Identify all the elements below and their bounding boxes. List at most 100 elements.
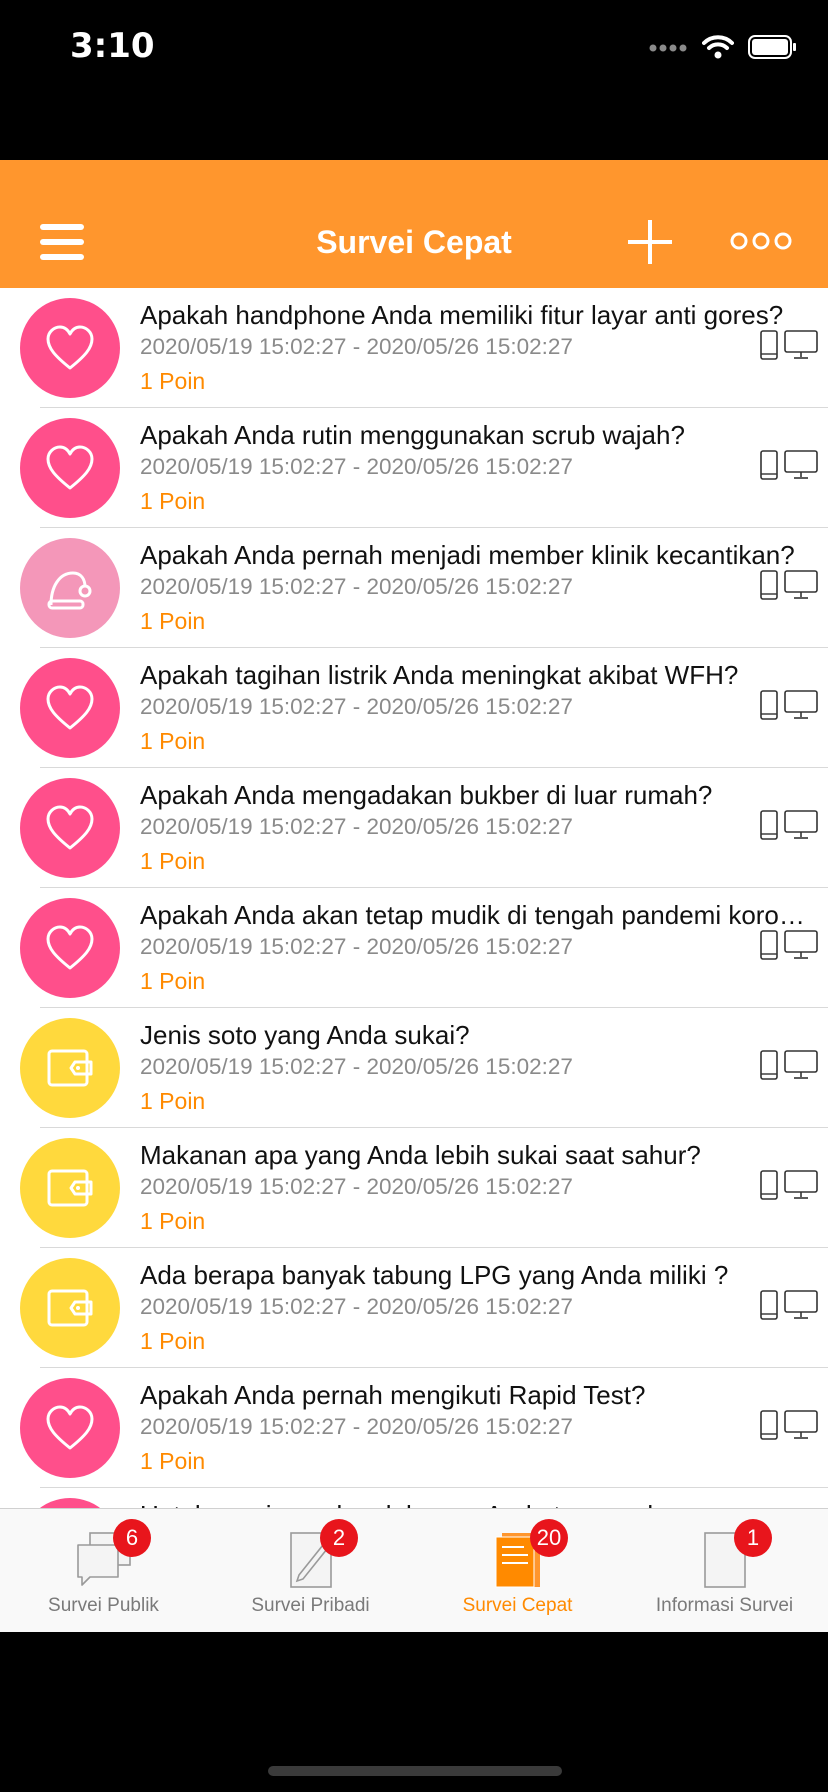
survey-item[interactable]: Apakah tagihan listrik Anda meningkat ak… xyxy=(0,648,828,768)
survey-title: Apakah tagihan listrik Anda meningkat ak… xyxy=(140,660,739,690)
page-title: Survei Cepat xyxy=(316,224,512,260)
badge-count: 1 xyxy=(734,1519,772,1557)
wallet-icon xyxy=(20,1138,120,1238)
survey-points: 1 Poin xyxy=(140,1328,206,1354)
device-icons xyxy=(760,1290,818,1325)
tab-informasi-survei[interactable]: 1 Informasi Survei xyxy=(621,1509,828,1632)
survey-title: Apakah Anda akan tetap mudik di tengah p… xyxy=(140,900,810,930)
battery-icon xyxy=(748,34,798,65)
survey-item[interactable]: Untuk persiapan kue lebaran, Anda termas… xyxy=(0,1488,828,1508)
survey-points: 1 Poin xyxy=(140,368,206,394)
survey-points: 1 Poin xyxy=(140,488,206,514)
survey-date-range: 2020/05/19 15:02:27 - 2020/05/26 15:02:2… xyxy=(140,334,573,359)
survey-item[interactable]: Apakah Anda rutin menggunakan scrub waja… xyxy=(0,408,828,528)
survey-title: Untuk persiapan kue lebaran, Anda termas… xyxy=(140,1498,810,1508)
tab-survei-cepat[interactable]: 20 Survei Cepat xyxy=(414,1509,621,1632)
tab-label: Survei Pribadi xyxy=(251,1595,370,1616)
survey-points: 1 Poin xyxy=(140,728,206,754)
desktop-icon xyxy=(784,1170,818,1205)
badge-count: 20 xyxy=(530,1519,568,1557)
heart-icon xyxy=(20,898,120,998)
santa-hat-icon xyxy=(20,538,120,638)
survey-item[interactable]: Apakah handphone Anda memiliki fitur lay… xyxy=(0,288,828,408)
heart-icon xyxy=(20,298,120,398)
device-icons xyxy=(760,330,818,365)
survey-date-range: 2020/05/19 15:02:27 - 2020/05/26 15:02:2… xyxy=(140,454,573,479)
wallet-icon xyxy=(20,1258,120,1358)
device-icons xyxy=(760,810,818,845)
wallet-icon xyxy=(20,1018,120,1118)
survey-title: Jenis soto yang Anda sukai? xyxy=(140,1020,470,1050)
survey-points: 1 Poin xyxy=(140,1448,206,1474)
survey-item[interactable]: Apakah Anda akan tetap mudik di tengah p… xyxy=(0,888,828,1008)
tab-label: Informasi Survei xyxy=(655,1595,794,1616)
survey-title: Apakah Anda mengadakan bukber di luar ru… xyxy=(140,780,713,810)
more-icon[interactable] xyxy=(730,226,792,256)
status-bar: 3:10 xyxy=(0,0,828,100)
smartphone-icon xyxy=(760,450,778,485)
survey-title: Apakah Anda rutin menggunakan scrub waja… xyxy=(140,420,685,450)
survey-points: 1 Poin xyxy=(140,848,206,874)
survey-item[interactable]: Jenis soto yang Anda sukai? 2020/05/19 15… xyxy=(0,1008,828,1128)
survey-item[interactable]: Apakah Anda pernah mengikuti Rapid Test?… xyxy=(0,1368,828,1488)
survey-date-range: 2020/05/19 15:02:27 - 2020/05/26 15:02:2… xyxy=(140,1054,573,1079)
survey-list[interactable]: Apakah handphone Anda memiliki fitur lay… xyxy=(0,288,828,1508)
survey-points: 1 Poin xyxy=(140,1088,206,1114)
wifi-icon xyxy=(702,34,734,65)
survey-points: 1 Poin xyxy=(140,1208,206,1234)
survey-date-range: 2020/05/19 15:02:27 - 2020/05/26 15:02:2… xyxy=(140,814,573,839)
survey-item[interactable]: Apakah Anda mengadakan bukber di luar ru… xyxy=(0,768,828,888)
tab-survei-pribadi[interactable]: 2 Survei Pribadi xyxy=(207,1509,414,1632)
survey-title: Apakah Anda pernah menjadi member klinik… xyxy=(140,540,795,570)
device-icons xyxy=(760,1170,818,1205)
smartphone-icon xyxy=(760,810,778,845)
smartphone-icon xyxy=(760,1290,778,1325)
smartphone-icon xyxy=(760,930,778,965)
survey-item[interactable]: Makanan apa yang Anda lebih sukai saat s… xyxy=(0,1128,828,1248)
survey-date-range: 2020/05/19 15:02:27 - 2020/05/26 15:02:2… xyxy=(140,1414,573,1439)
heart-icon xyxy=(20,418,120,518)
status-time: 3:10 xyxy=(70,26,155,66)
device-icons xyxy=(760,450,818,485)
desktop-icon xyxy=(784,810,818,845)
smartphone-icon xyxy=(760,690,778,725)
device-icons xyxy=(760,930,818,965)
device-icons xyxy=(760,570,818,605)
tab-label: Survei Publik xyxy=(48,1595,159,1616)
smartphone-icon xyxy=(760,1170,778,1205)
desktop-icon xyxy=(784,1410,818,1445)
desktop-icon xyxy=(784,450,818,485)
desktop-icon xyxy=(784,690,818,725)
survey-title: Makanan apa yang Anda lebih sukai saat s… xyxy=(140,1140,701,1170)
tab-bar: 6 Survei Publik 2 Survei Pribadi 20 Survei Ce… xyxy=(0,1508,828,1632)
navigation-bar: Survei Cepat xyxy=(0,160,828,288)
app-screen: Survei Cepat Apakah handphone Anda memil… xyxy=(0,160,828,1632)
desktop-icon xyxy=(784,330,818,365)
survey-title: Ada berapa banyak tabung LPG yang Anda m… xyxy=(140,1260,729,1290)
survey-item[interactable]: Ada berapa banyak tabung LPG yang Anda m… xyxy=(0,1248,828,1368)
survey-title: Apakah handphone Anda memiliki fitur lay… xyxy=(140,300,784,330)
device-icons xyxy=(760,1050,818,1085)
desktop-icon xyxy=(784,1290,818,1325)
heart-icon xyxy=(20,778,120,878)
survey-date-range: 2020/05/19 15:02:27 - 2020/05/26 15:02:2… xyxy=(140,574,573,599)
heart-icon xyxy=(20,1378,120,1478)
survey-title: Apakah Anda pernah mengikuti Rapid Test? xyxy=(140,1380,646,1410)
survey-points: 1 Poin xyxy=(140,968,206,994)
survey-date-range: 2020/05/19 15:02:27 - 2020/05/26 15:02:2… xyxy=(140,934,573,959)
status-icons xyxy=(648,34,798,65)
device-icons xyxy=(760,1410,818,1445)
badge-count: 2 xyxy=(320,1519,358,1557)
heart-icon xyxy=(20,1498,120,1508)
signal-icon xyxy=(648,40,688,59)
survey-date-range: 2020/05/19 15:02:27 - 2020/05/26 15:02:2… xyxy=(140,694,573,719)
desktop-icon xyxy=(784,1050,818,1085)
smartphone-icon xyxy=(760,570,778,605)
smartphone-icon xyxy=(760,1050,778,1085)
survey-item[interactable]: Apakah Anda pernah menjadi member klinik… xyxy=(0,528,828,648)
tab-survei-publik[interactable]: 6 Survei Publik xyxy=(0,1509,207,1632)
add-icon[interactable] xyxy=(626,218,674,266)
survey-date-range: 2020/05/19 15:02:27 - 2020/05/26 15:02:2… xyxy=(140,1294,573,1319)
smartphone-icon xyxy=(760,1410,778,1445)
smartphone-icon xyxy=(760,330,778,365)
